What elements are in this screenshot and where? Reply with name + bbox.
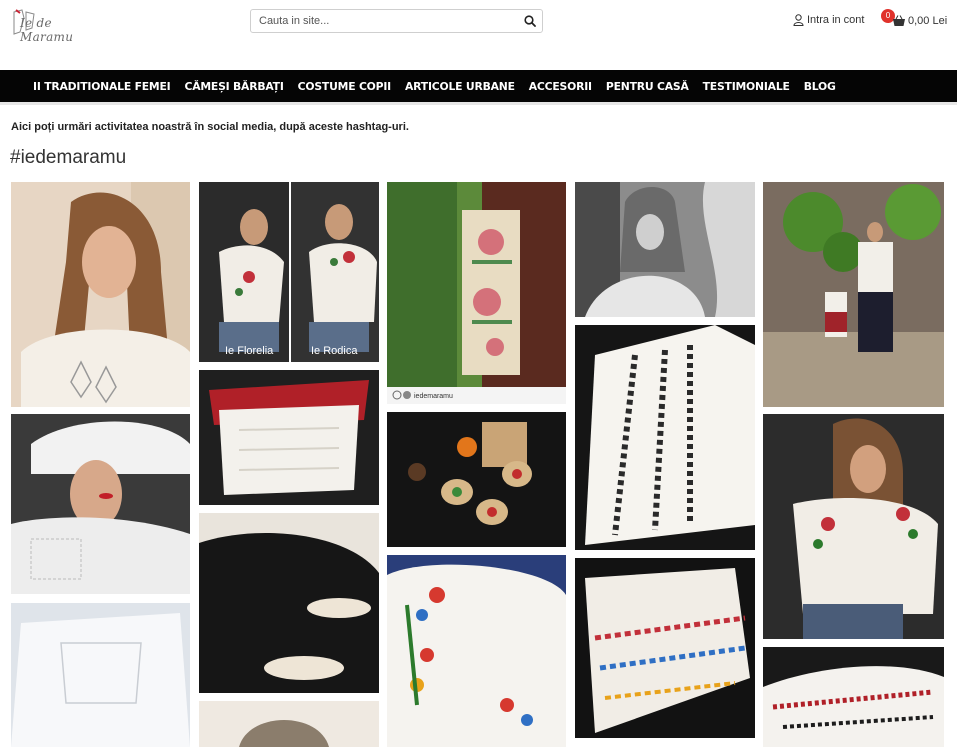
cart-link[interactable]: 0 0,00 Lei	[881, 9, 951, 31]
photo-woman-lace-sleeve	[11, 414, 190, 594]
site-logo[interactable]: Ie de Maramu	[10, 8, 102, 44]
cart-total: 0,00 Lei	[908, 15, 948, 27]
gallery-photo[interactable]: Ie Florelia Ie Rodica	[199, 182, 379, 362]
caption-florelia: Ie Florelia	[225, 345, 274, 357]
gallery-photo[interactable]	[387, 555, 566, 747]
gallery-photo[interactable]	[387, 412, 566, 547]
photo-white-blouse	[11, 603, 190, 747]
nav-item-ii-traditionale-femei[interactable]: II TRADITIONALE FEMEI	[33, 80, 171, 93]
nav-item-blog[interactable]: BLOG	[804, 80, 836, 93]
nav-item-camesi-barbati[interactable]: CĂMEȘI BĂRBAȚI	[184, 80, 283, 93]
account-link[interactable]: Intra in cont	[793, 14, 864, 26]
photo-red-embroidery	[199, 370, 379, 505]
photo-ie-florelia-rodica: Ie Florelia Ie Rodica	[199, 182, 379, 362]
photo-woman-selfie	[11, 182, 190, 407]
photo-bookmark-roses: iedemaramu	[387, 182, 566, 404]
photo-ornaments	[387, 412, 566, 547]
nav-item-pentru-casa[interactable]: PENTRU CASĂ	[606, 80, 689, 93]
search-box	[250, 9, 543, 33]
intro-text: Aici poți urmări activitatea noastră în …	[11, 121, 409, 133]
nav-item-testimoniale[interactable]: TESTIMONIALE	[703, 80, 790, 93]
shopping-basket-icon	[893, 15, 905, 26]
gallery-photo[interactable]	[763, 414, 944, 639]
gallery-photo[interactable]	[199, 513, 379, 693]
main-navigation: II TRADITIONALE FEMEI CĂMEȘI BĂRBAȚI COS…	[0, 70, 957, 105]
nav-item-accesorii[interactable]: ACCESORII	[529, 80, 592, 93]
photo-red-black-blouse	[763, 647, 944, 747]
photo-bag	[199, 701, 379, 747]
gallery-photo[interactable]	[11, 603, 190, 747]
photo-colorful-cuff	[575, 558, 755, 738]
account-label: Intra in cont	[807, 14, 865, 26]
gallery-photo[interactable]	[11, 182, 190, 407]
gallery-photo[interactable]	[575, 325, 755, 550]
gallery-photo[interactable]	[763, 647, 944, 747]
gallery-photo[interactable]	[763, 182, 944, 407]
photo-floral-sleeve	[387, 555, 566, 747]
gallery-photo[interactable]: iedemaramu	[387, 182, 566, 404]
photo-old-woman-bw	[575, 182, 755, 317]
search-icon[interactable]	[524, 15, 536, 27]
photo-black-pattern-sleeve	[575, 325, 755, 550]
gallery-photo[interactable]	[575, 558, 755, 738]
user-icon	[793, 14, 804, 26]
gallery-photo[interactable]	[11, 414, 190, 594]
gallery-photo[interactable]	[199, 370, 379, 505]
nav-item-articole-urbane[interactable]: ARTICOLE URBANE	[405, 80, 515, 93]
hashtag-heading: #iedemaramu	[10, 147, 127, 168]
nav-item-costume-copii[interactable]: COSTUME COPII	[298, 80, 392, 93]
repost-handle: iedemaramu	[414, 393, 453, 400]
photo-black-sleeves	[199, 513, 379, 693]
photo-woman-embroidered-blouse	[763, 414, 944, 639]
photo-woman-child-garden	[763, 182, 944, 407]
gallery-photo[interactable]	[575, 182, 755, 317]
search-input[interactable]	[251, 10, 519, 32]
gallery-photo[interactable]	[199, 701, 379, 747]
logo-text: Ie de Maramu	[20, 16, 74, 44]
caption-rodica: Ie Rodica	[311, 345, 358, 357]
